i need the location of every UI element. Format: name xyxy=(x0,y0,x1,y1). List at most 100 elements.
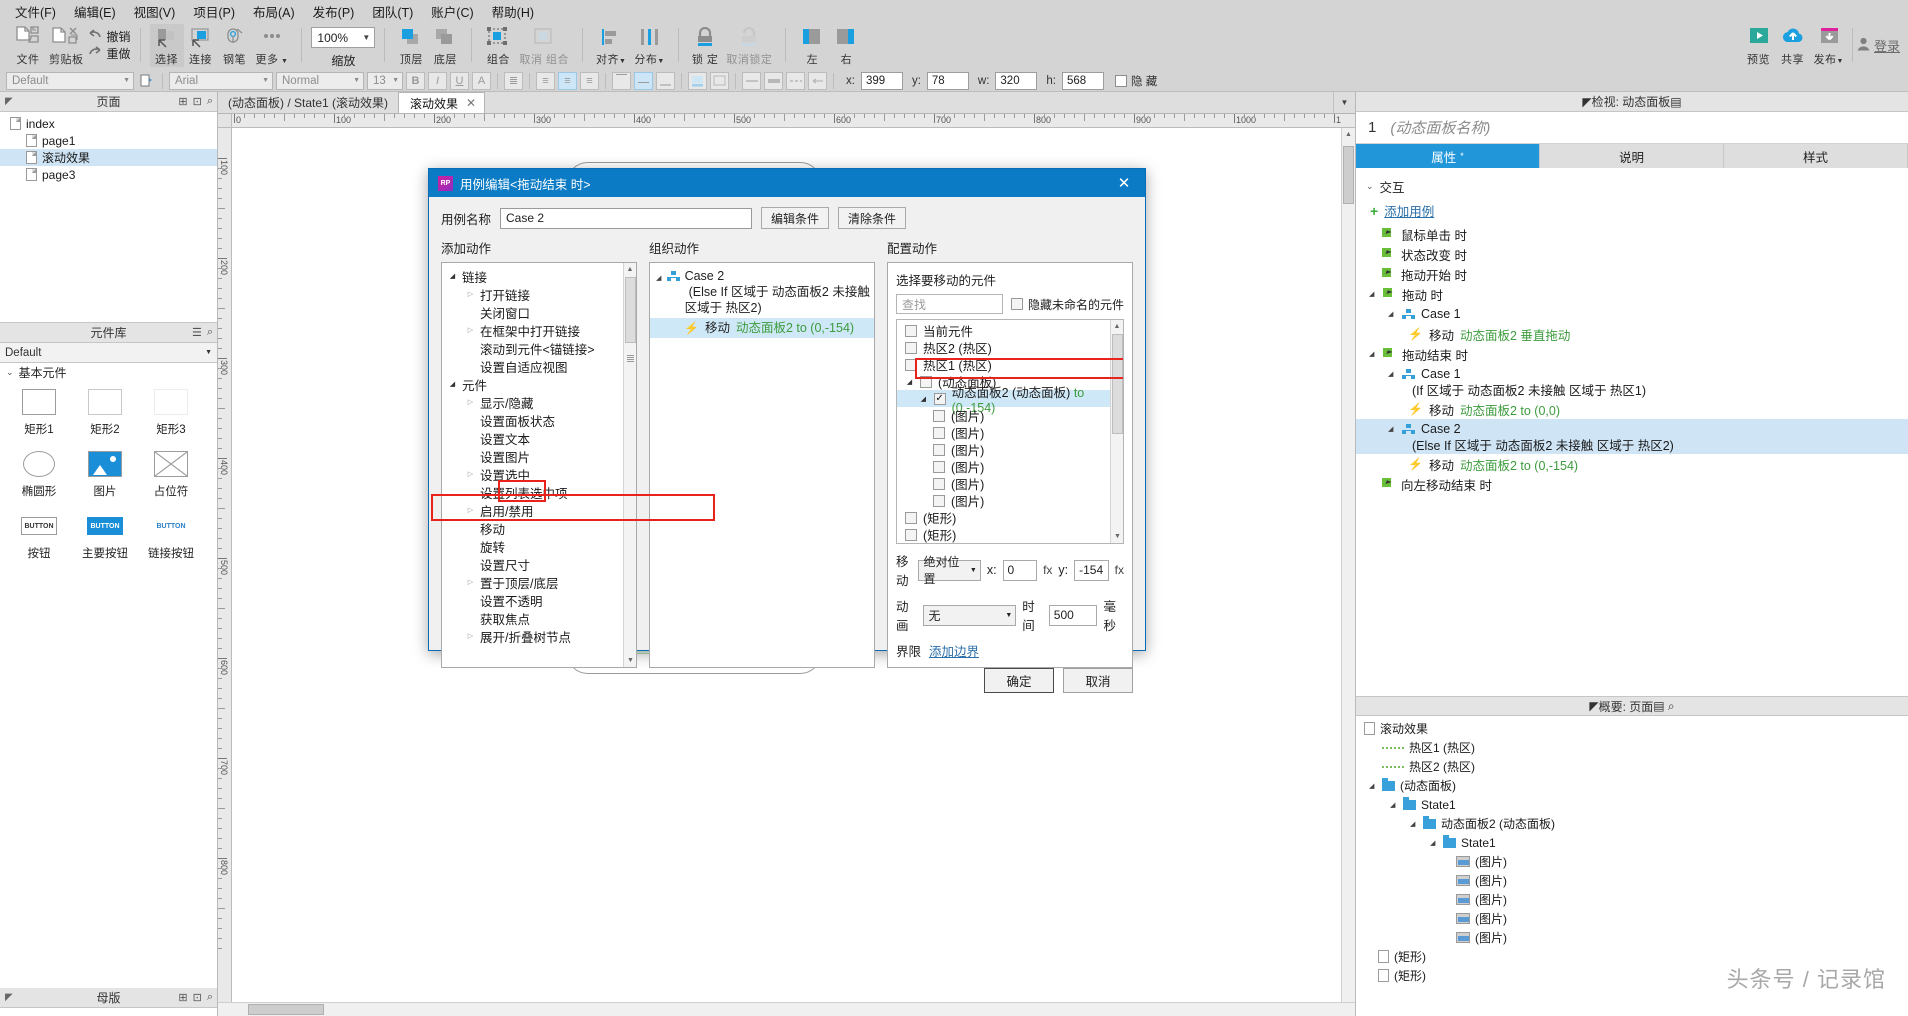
right-panel-button[interactable]: 右 xyxy=(829,24,863,67)
collapse-arrow-icon[interactable]: ▷ xyxy=(466,398,475,406)
horizontal-scroll-thumb[interactable] xyxy=(248,1004,324,1015)
expand-arrow-icon[interactable]: ◢ xyxy=(1369,290,1377,298)
valign-middle-button[interactable]: ⎼ xyxy=(634,71,653,90)
add-master-icon[interactable]: ⊞ xyxy=(178,991,187,1004)
widget-checkbox[interactable] xyxy=(933,426,945,439)
more-tools-button[interactable]: 更多 ▼ xyxy=(252,24,293,67)
widget-checkbox[interactable] xyxy=(905,511,917,524)
action-tree-item[interactable]: 滚动到元件<锚链接> xyxy=(448,339,622,357)
page-item-page1[interactable]: page1 xyxy=(0,132,217,149)
outline-row-dynamic-panel[interactable]: ◢ (动态面板) xyxy=(1356,776,1908,795)
expand-arrow-icon[interactable]: ◢ xyxy=(1369,350,1377,358)
font-color-button[interactable]: A xyxy=(472,71,491,90)
outline-filter-icon[interactable]: ▤ xyxy=(1653,699,1664,713)
arrow-style-button[interactable] xyxy=(808,71,827,90)
expand-arrow-icon[interactable]: ◢ xyxy=(919,395,928,403)
action-row-move-0-154[interactable]: ⚡ 移动 动态面板2 to (0,-154) xyxy=(1356,454,1908,474)
zoom-combobox[interactable]: 100% ▼ xyxy=(311,27,376,48)
left-panel-button[interactable]: 左 xyxy=(795,24,829,67)
widget-rect-2[interactable]: 矩形2 xyxy=(72,383,138,445)
action-tree-item[interactable]: 关闭窗口 xyxy=(448,303,622,321)
action-tree-item[interactable]: 设置面板状态 xyxy=(448,411,622,429)
page-item-page3[interactable]: page3 xyxy=(0,166,217,183)
scroll-down-arrow[interactable]: ▼ xyxy=(1111,530,1123,543)
page-item-index[interactable]: index xyxy=(0,115,217,132)
anim-select[interactable]: 无 ▼ xyxy=(922,604,1017,626)
widget-rect-3[interactable]: 矩形3 xyxy=(138,383,204,445)
collapse-icon[interactable]: ◤ xyxy=(5,992,13,1003)
organize-listbox[interactable]: ◢ Case 2 (Else If 区域于 动态面板2 未接触 区域于 热区2)… xyxy=(649,262,875,668)
style-apply-icon[interactable] xyxy=(137,72,156,90)
widget-checkbox[interactable] xyxy=(933,460,945,473)
canvas-horizontal-scrollbar[interactable] xyxy=(218,1002,1355,1016)
share-button[interactable]: 共享 xyxy=(1776,24,1810,67)
find-input[interactable]: 查找 xyxy=(896,294,1003,314)
scroll-thumb[interactable] xyxy=(625,277,636,343)
move-mode-select[interactable]: 绝对位置 ▼ xyxy=(917,555,981,586)
x-input[interactable]: 399 xyxy=(860,71,903,90)
action-tree-scrollbar[interactable]: ▲ ▼ xyxy=(623,263,636,667)
edit-condition-button[interactable]: 编辑条件 xyxy=(761,207,830,229)
h-input[interactable]: 568 xyxy=(1062,71,1104,90)
outline-row-image-4[interactable]: (图片) xyxy=(1356,909,1908,928)
expand-arrow-icon[interactable]: ◢ xyxy=(1430,839,1438,847)
event-row-drag-end[interactable]: ◢ 拖动结束 时 xyxy=(1356,344,1908,364)
file-button[interactable]: 文件 xyxy=(11,24,45,67)
breadcrumb[interactable]: (动态面板) / State1 (滚动效果) xyxy=(218,92,398,113)
widget-placeholder[interactable]: 占位符 xyxy=(138,445,204,507)
organize-action-row[interactable]: ⚡ 移动 动态面板2 to (0,-154) xyxy=(650,318,874,338)
publish-button[interactable]: 发布▼ xyxy=(1810,24,1848,67)
expand-arrow-icon[interactable]: ◢ xyxy=(1388,425,1396,433)
outline-row-image-1[interactable]: (图片) xyxy=(1356,852,1908,871)
menu-item-file[interactable]: 文件(F) xyxy=(6,0,65,23)
valign-top-button[interactable]: ⎺ xyxy=(612,71,631,90)
line-width-button[interactable] xyxy=(742,71,761,90)
send-to-back-button[interactable]: 底层 xyxy=(428,24,462,67)
widget-select-row[interactable]: ◢ ✓ 动态面板2 (动态面板) to (0,-154) xyxy=(897,386,1123,415)
widget-select-row[interactable]: (矩形) xyxy=(897,509,1123,526)
canvas-vertical-scrollbar[interactable]: ▲ xyxy=(1341,128,1355,1002)
action-row-move-vertical[interactable]: ⚡ 移动 动态面板2 垂直拖动 xyxy=(1356,324,1908,344)
widget-select-row[interactable]: (矩形) xyxy=(897,526,1123,543)
scroll-thumb[interactable] xyxy=(1112,334,1123,434)
hide-unnamed-row[interactable]: 隐藏未命名的元件 xyxy=(1010,296,1124,313)
outline-root-row[interactable]: 滚动效果 xyxy=(1356,719,1908,738)
scroll-down-arrow[interactable]: ▼ xyxy=(624,654,636,667)
pen-tool-button[interactable]: 钢笔 xyxy=(218,24,252,67)
login-button[interactable]: 登录 xyxy=(1857,24,1900,55)
search-icon[interactable]: ⌕ xyxy=(1668,699,1675,713)
inspector-menu-icon[interactable]: ▤ xyxy=(1670,95,1681,109)
move-x-input[interactable]: 0 xyxy=(1002,559,1038,581)
expand-arrow-icon[interactable]: ◢ xyxy=(1388,370,1396,378)
action-tree-item[interactable]: ▷ 打开链接 xyxy=(448,285,622,303)
widget-select-row[interactable]: (图片) xyxy=(897,475,1123,492)
widget-ellipse[interactable]: 椭圆形 xyxy=(6,445,72,507)
widget-image[interactable]: 图片 xyxy=(72,445,138,507)
y-input[interactable]: 78 xyxy=(926,71,969,90)
outline-row-image-3[interactable]: (图片) xyxy=(1356,890,1908,909)
outline-row-hotspot1[interactable]: 热区1 (热区) xyxy=(1356,738,1908,757)
widget-checkbox[interactable] xyxy=(905,528,917,541)
event-row-move-left-end[interactable]: 向左移动结束 时 xyxy=(1356,474,1908,494)
add-folder-icon[interactable]: ⊡ xyxy=(193,95,202,108)
ok-button[interactable]: 确定 xyxy=(984,668,1054,693)
menu-item-help[interactable]: 帮助(H) xyxy=(483,0,543,23)
case-row-drag-case1[interactable]: ◢ Case 1 xyxy=(1356,304,1908,324)
expand-arrow-icon[interactable]: ◢ xyxy=(448,272,457,280)
search-icon[interactable]: ⌕ xyxy=(207,991,213,1004)
align-center-button[interactable]: ≡ xyxy=(558,71,577,90)
action-tree-item[interactable]: ▷ 展开/折叠树节点 xyxy=(448,627,622,645)
event-row-drag[interactable]: ◢ 拖动 时 xyxy=(1356,284,1908,304)
widget-select-row[interactable]: (图片) xyxy=(897,458,1123,475)
action-tree-item[interactable]: ▷ 启用/禁用 xyxy=(448,501,622,519)
add-bound-link[interactable]: 添加边界 xyxy=(929,641,979,660)
widget-select-row[interactable]: (图片) xyxy=(897,424,1123,441)
align-right-button[interactable]: ≡ xyxy=(580,71,599,90)
menu-item-publish[interactable]: 发布(P) xyxy=(304,0,364,23)
widget-rect-1[interactable]: 矩形1 xyxy=(6,383,72,445)
menu-item-view[interactable]: 视图(V) xyxy=(125,0,185,23)
close-icon[interactable]: ✕ xyxy=(466,96,476,110)
menu-item-project[interactable]: 项目(P) xyxy=(184,0,244,23)
collapse-arrow-icon[interactable]: ▷ xyxy=(466,506,475,514)
event-row-click[interactable]: 鼠标单击 时 xyxy=(1356,224,1908,244)
